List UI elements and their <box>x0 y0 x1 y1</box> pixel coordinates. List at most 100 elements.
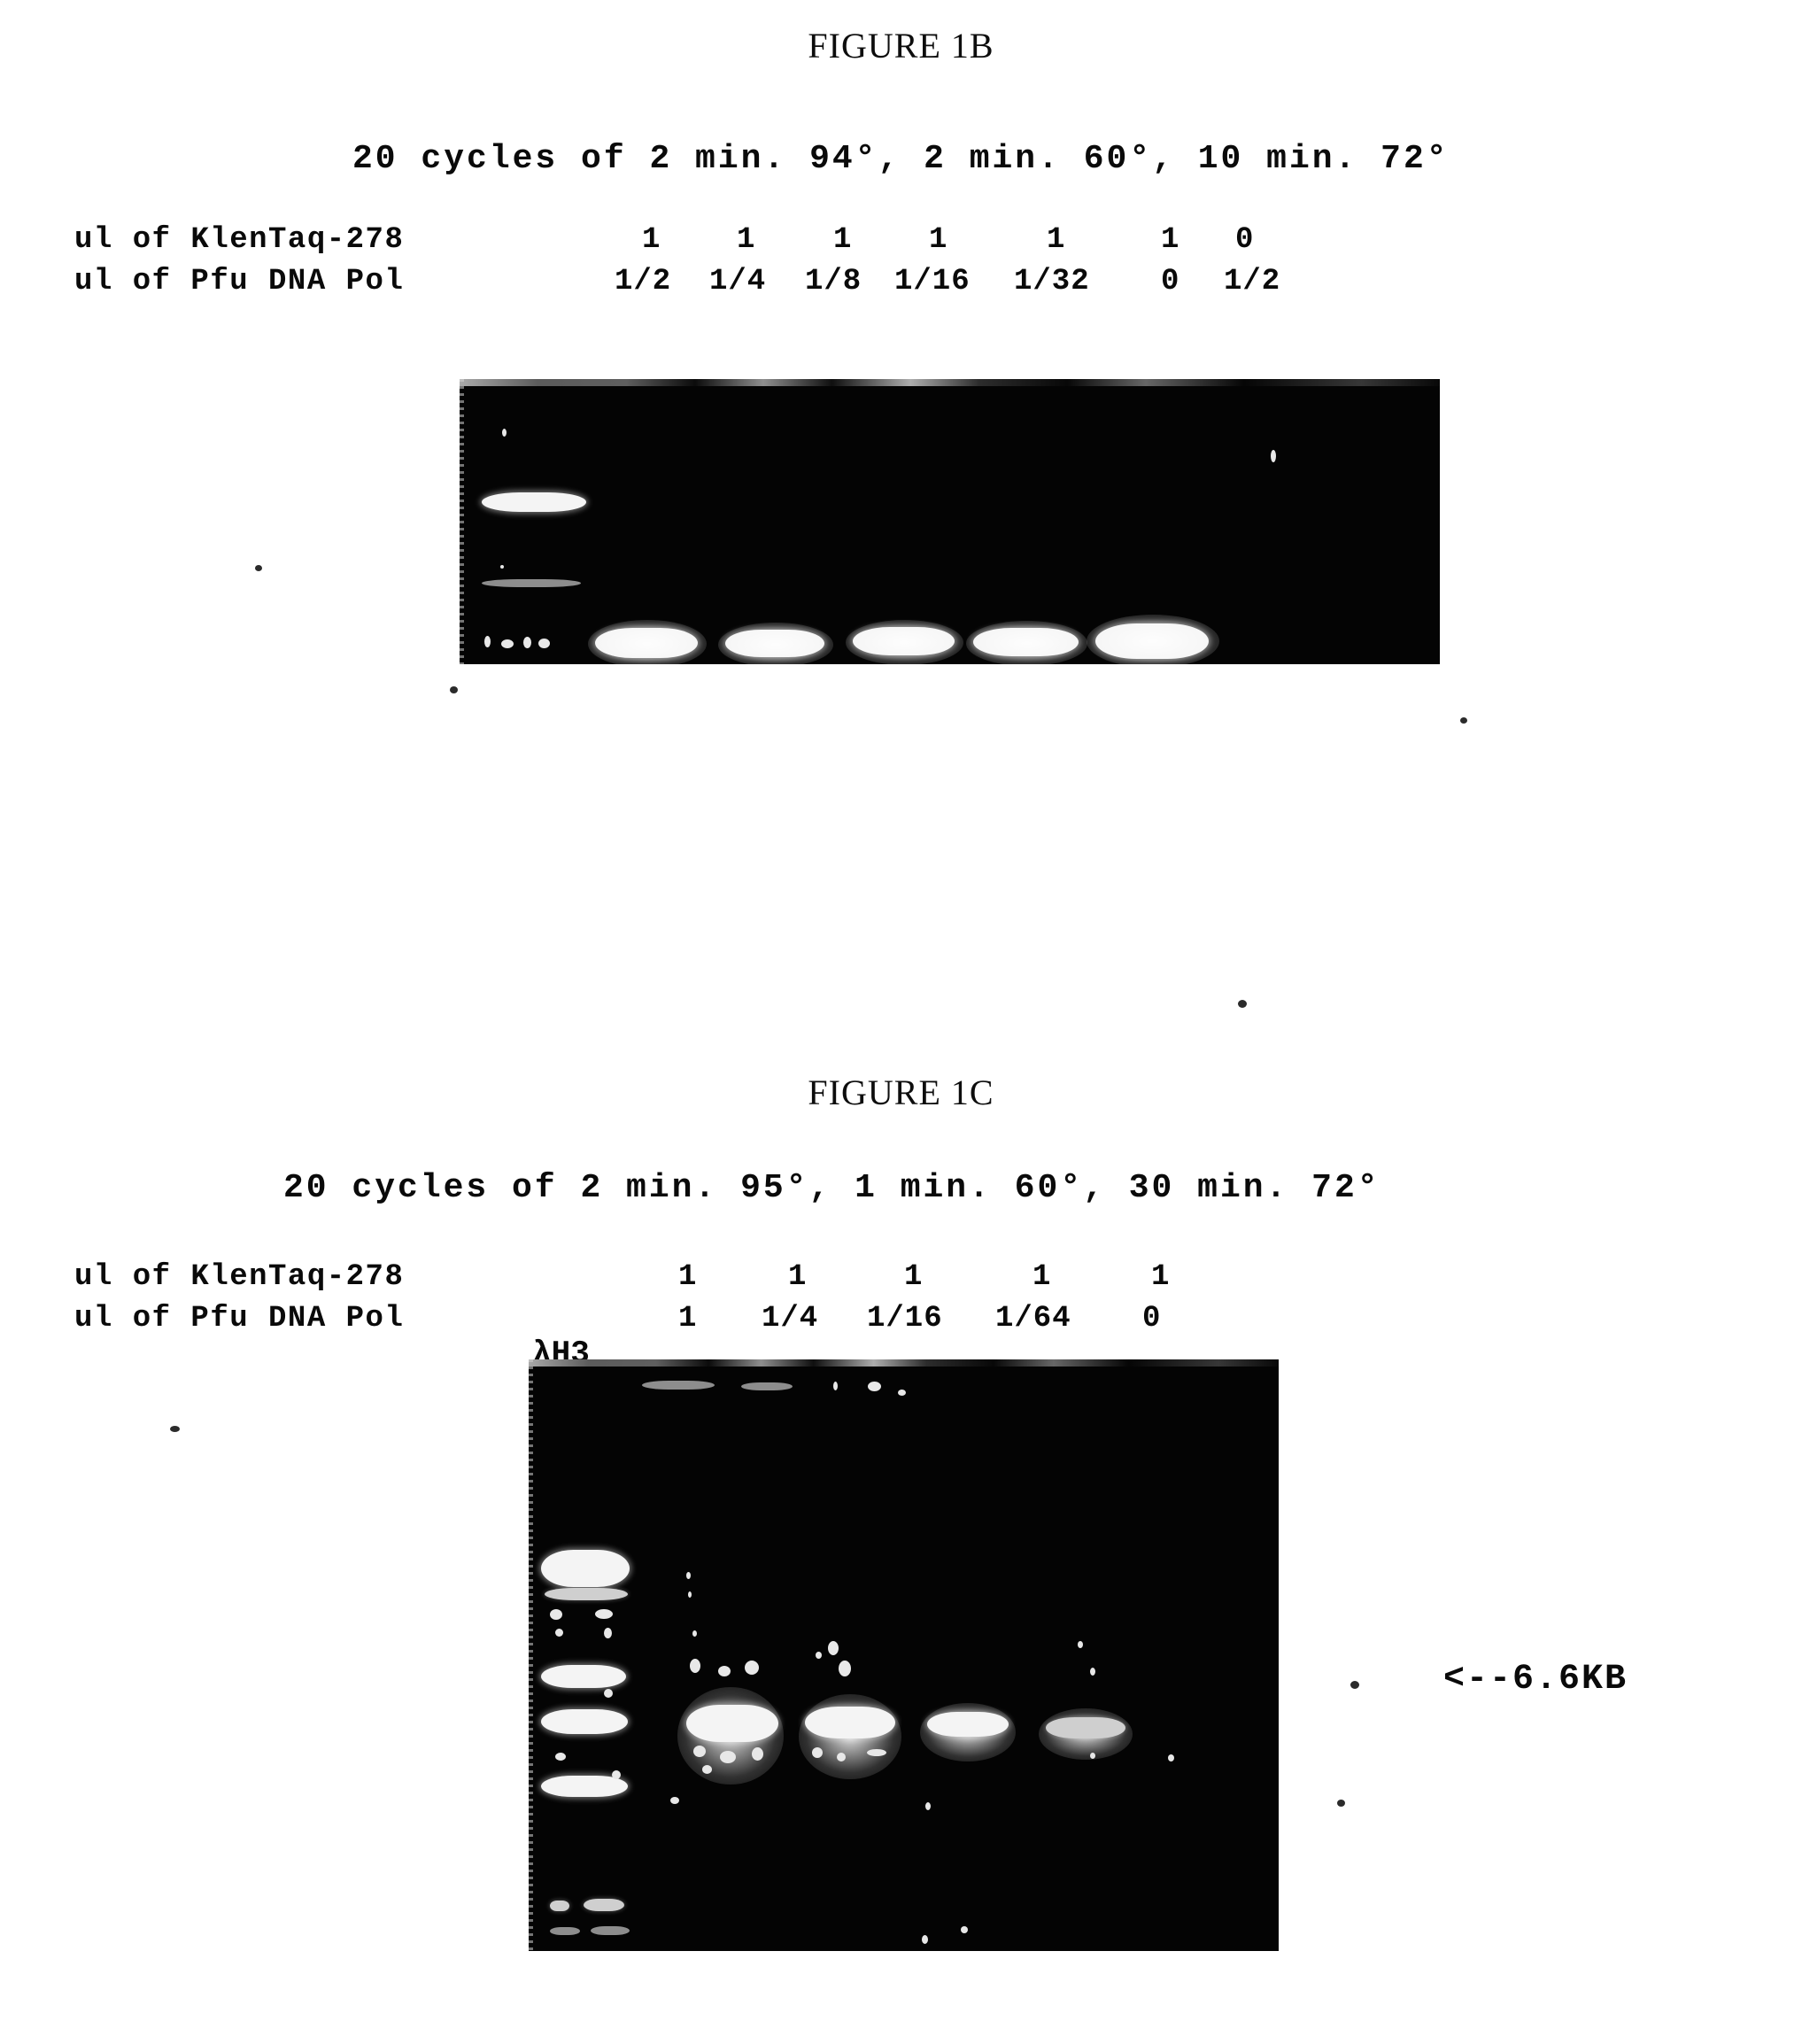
gel-marker-band <box>591 1926 630 1935</box>
gel-speck <box>1078 1641 1083 1648</box>
gel-speck <box>720 1751 736 1763</box>
gel-product-band <box>686 1705 778 1742</box>
gel-marker-band <box>501 639 514 648</box>
gel-speck <box>1168 1754 1174 1761</box>
gel-speck <box>670 1797 679 1804</box>
gel-marker-band <box>538 639 550 648</box>
figure-1c-gel-image <box>529 1359 1279 1951</box>
gel-speck <box>500 565 504 569</box>
page-dust <box>1350 1681 1359 1689</box>
gel-speck <box>839 1661 851 1676</box>
gel-left-edge <box>460 379 464 664</box>
gel-band-halo <box>718 623 833 664</box>
gel-marker-band <box>584 1899 624 1911</box>
figure-1b-value-klentaq-1: 1 <box>642 223 661 257</box>
gel-speck <box>1271 450 1276 462</box>
gel-speck <box>961 1926 968 1933</box>
gel-speck <box>702 1765 712 1774</box>
gel-speck <box>833 1382 838 1390</box>
figure-1c-row-label-pfu: ul of Pfu DNA Pol <box>74 1302 405 1336</box>
page-dust <box>450 686 458 693</box>
gel-marker-band <box>550 1927 580 1935</box>
figure-1c-value-pfu-2: 1/4 <box>762 1302 819 1336</box>
figure-1c-value-klentaq-5: 1 <box>1151 1260 1171 1294</box>
page-dust <box>255 565 262 571</box>
figure-1b-value-pfu-1: 1/2 <box>615 265 672 298</box>
figure-1c-value-pfu-3: 1/16 <box>867 1302 943 1336</box>
figure-1b-value-klentaq-6: 1 <box>1161 223 1180 257</box>
gel-marker-band <box>541 1665 626 1688</box>
figure-1c-value-klentaq-3: 1 <box>904 1260 924 1294</box>
gel-marker-band <box>523 637 531 648</box>
gel-product-band <box>1046 1717 1125 1738</box>
figure-1b-value-pfu-7: 1/2 <box>1224 265 1281 298</box>
page-dust <box>1460 717 1467 724</box>
figure-1b-value-klentaq-5: 1 <box>1047 223 1066 257</box>
gel-speck <box>868 1382 881 1391</box>
gel-speck <box>922 1935 928 1944</box>
gel-speck <box>502 429 507 437</box>
gel-speck <box>745 1661 759 1675</box>
gel-band-halo <box>1087 615 1219 664</box>
gel-speck <box>693 1746 706 1757</box>
gel-speck <box>898 1390 906 1396</box>
figure-1b-value-klentaq-2: 1 <box>737 223 756 257</box>
figure-1c-value-pfu-1: 1 <box>678 1302 698 1336</box>
gel-speck <box>688 1591 692 1598</box>
figure-1b-value-pfu-4: 1/16 <box>894 265 971 298</box>
gel-marker-band <box>612 1770 621 1779</box>
figure-1b-caption: FIGURE 1B <box>808 26 994 66</box>
gel-marker-band <box>482 492 586 512</box>
gel-marker-band <box>604 1628 612 1638</box>
figure-1c-value-pfu-4: 1/64 <box>995 1302 1071 1336</box>
gel-speck <box>812 1747 823 1758</box>
figure-1c-value-klentaq-2: 1 <box>788 1260 808 1294</box>
gel-product-band <box>927 1712 1009 1737</box>
gel-marker-band <box>595 1609 613 1619</box>
figure-1b-row-label-pfu: ul of Pfu DNA Pol <box>74 265 405 298</box>
gel-speck <box>686 1572 691 1579</box>
gel-band-halo <box>966 621 1087 664</box>
gel-marker-band <box>541 1709 628 1734</box>
figure-1b-value-pfu-2: 1/4 <box>709 265 767 298</box>
figure-1c-value-klentaq-4: 1 <box>1032 1260 1052 1294</box>
gel-speck <box>718 1666 731 1676</box>
figure-1b-value-pfu-6: 0 <box>1161 265 1180 298</box>
gel-top-smear <box>529 1359 1279 1367</box>
gel-marker-band <box>550 1609 562 1620</box>
gel-top-smear <box>460 379 1440 386</box>
figure-1b-value-pfu-5: 1/32 <box>1014 265 1090 298</box>
gel-well-smear <box>741 1382 793 1390</box>
figure-1c-value-klentaq-1: 1 <box>678 1260 698 1294</box>
figure-1b-conditions: 20 cycles of 2 min. 94°, 2 min. 60°, 10 … <box>352 140 1450 178</box>
figure-1b-value-klentaq-4: 1 <box>929 223 948 257</box>
figure-1b-value-klentaq-3: 1 <box>833 223 853 257</box>
gel-band-halo <box>846 620 963 664</box>
gel-marker-band <box>541 1550 630 1587</box>
gel-speck <box>828 1641 839 1655</box>
page-dust <box>1238 1000 1247 1008</box>
gel-speck <box>1090 1668 1095 1676</box>
page-dust <box>1337 1800 1345 1807</box>
figure-1b-value-pfu-3: 1/8 <box>805 265 862 298</box>
size-marker-annotation: <--6.6KB <box>1443 1660 1628 1699</box>
gel-marker-band <box>545 1588 628 1600</box>
figure-1c-row-label-klentaq: ul of KlenTaq-278 <box>74 1260 405 1294</box>
gel-speck <box>925 1802 931 1810</box>
gel-speck <box>1090 1753 1095 1759</box>
gel-marker-band <box>555 1629 563 1637</box>
page-dust <box>170 1426 180 1432</box>
gel-marker-band <box>604 1689 613 1698</box>
gel-marker-band <box>482 579 581 587</box>
gel-well-smear <box>642 1381 715 1390</box>
figure-1c-value-pfu-5: 0 <box>1142 1302 1162 1336</box>
gel-left-edge <box>529 1359 533 1951</box>
gel-marker-band <box>555 1753 566 1761</box>
gel-product-band <box>805 1707 895 1738</box>
gel-marker-band <box>484 636 491 647</box>
gel-band-halo <box>588 620 707 664</box>
figure-1b-gel-image <box>460 379 1440 664</box>
gel-speck <box>816 1652 822 1659</box>
gel-speck <box>752 1747 763 1761</box>
figure-1c-conditions: 20 cycles of 2 min. 95°, 1 min. 60°, 30 … <box>283 1169 1381 1207</box>
